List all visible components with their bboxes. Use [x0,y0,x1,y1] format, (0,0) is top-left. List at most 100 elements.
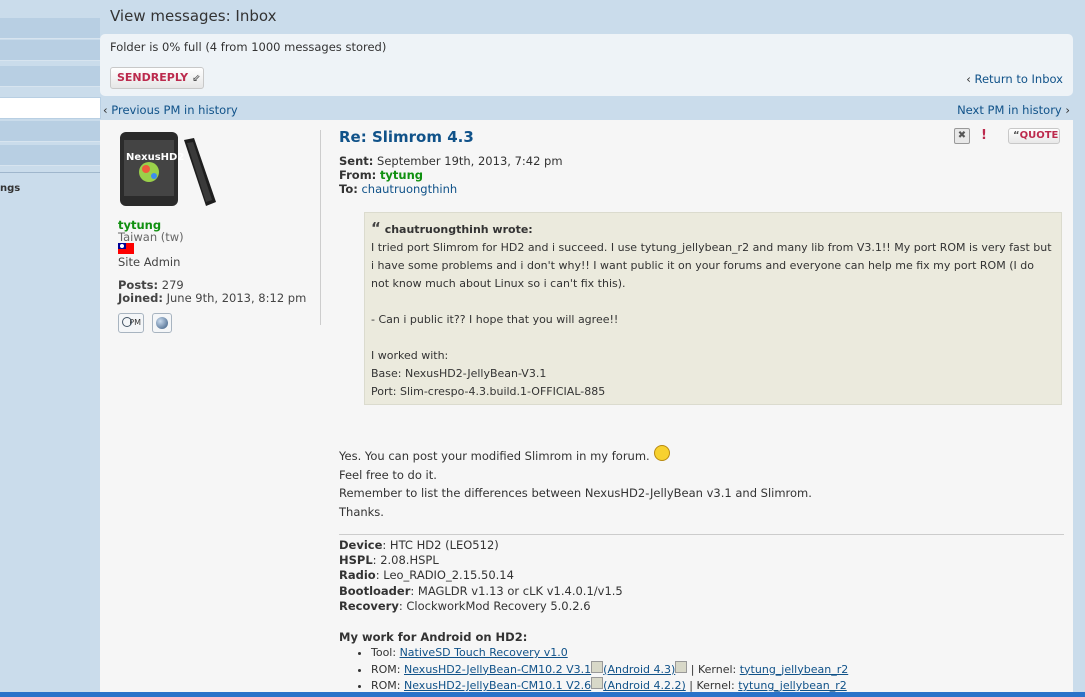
message-meta: Sent: September 19th, 2013, 7:42 pm From… [339,154,563,196]
post-buttons: ✖ ! “QUOTE [954,128,1064,146]
reply-text: Yes. You can post your modified Slimrom … [339,445,812,521]
quote-button[interactable]: “QUOTE [1008,128,1060,144]
reply-line: Yes. You can post your modified Slimrom … [339,445,812,466]
folder-panel: Folder is 0% full (4 from 1000 messages … [100,34,1073,96]
work-link-suffix: (Android 4.3) [603,662,676,676]
send-reply-button[interactable]: SENDREPLY ⇙ [110,67,204,89]
reply-line-text: Yes. You can post your modified Slimrom … [339,449,650,463]
reply-line: Remember to list the differences between… [339,486,812,500]
quote-line [371,293,1055,311]
recovery-label: Recovery [339,598,399,613]
previous-pm-label: Previous PM in history [111,103,238,117]
website-button[interactable] [152,313,172,333]
recovery-value: : ClockworkMod Recovery 5.0.2.6 [398,598,591,613]
warning-icon: ! [981,128,987,143]
from-row: From: tytung [339,168,563,182]
return-to-inbox-label: Return to Inbox [974,72,1064,86]
hspl-label: HSPL [339,553,373,568]
from-label: From: [339,168,377,182]
sig-hspl: HSPL: 2.08.HSPL [339,553,623,568]
sent-value: September 19th, 2013, 7:42 pm [377,154,563,168]
work-link[interactable]: NexusHD2-JellyBean-CM10.1 V2.6 (Android 4… [404,677,686,692]
quote-block: “ chautruongthinh wrote: I tried port Sl… [364,212,1062,405]
item-prefix: ROM: [371,679,404,692]
kernel-link[interactable]: tytung_jellybean_r2 [740,663,849,676]
previous-pm-link[interactable]: ‹ Previous PM in history [103,103,238,117]
bootloader-label: Bootloader [339,583,411,598]
reply-line: Feel free to do it. [339,467,437,482]
sent-label: Sent: [339,154,374,168]
message-subject: Re: Slimrom 4.3 [339,128,474,146]
quote-line: Port: Slim-crespo-4.3.build.1-OFFICIAL-8… [371,385,606,398]
work-link-text: NexusHD2-JellyBean-CM10.1 V2.6 [404,679,592,692]
sidebar-item[interactable] [0,121,100,142]
close-icon: ✖ [957,130,967,141]
to-row: To: chautruongthinh [339,182,563,196]
sidebar-section-label[interactable]: ngs [0,183,20,194]
report-button[interactable]: ! [976,128,992,144]
work-list: Tool: NativeSD Touch Recovery v1.0 ROM: … [339,645,848,694]
radio-label: Radio [339,568,376,583]
to-user-link[interactable]: chautruongthinh [361,182,457,196]
kernel-link[interactable]: tytung_jellybean_r2 [738,679,847,692]
list-item: ROM: NexusHD2-JellyBean-CM10.2 V3.1 (Andr… [371,660,849,678]
work-link-suffix: (Android 4.2.2) [603,679,686,692]
from-user-link[interactable]: tytung [380,168,423,182]
item-prefix: Tool: [371,646,400,659]
quote-line: - Can i public it?? I hope that you will… [371,313,619,326]
sig-bootloader: Bootloader: MAGLDR v1.13 or cLK v1.4.0.1… [339,584,623,599]
quote-cite-text: chautruongthinh wrote: [384,223,533,236]
sidebar-item[interactable] [0,18,100,39]
signature: Device: HTC HD2 (LEO512) HSPL: 2.08.HSPL… [339,538,623,614]
posts-value: 279 [161,278,184,292]
joined-value: June 9th, 2013, 8:12 pm [166,291,307,305]
device-label: Device [339,538,383,552]
sidebar-item[interactable] [0,66,100,87]
taskbar [0,692,1085,697]
to-label: To: [339,182,358,196]
new-badge-icon [591,677,604,689]
quote-label: QUOTE [1019,130,1059,141]
quote-mark-icon: “ [371,219,381,237]
left-sidebar: ngs [0,0,101,697]
page-title: View messages: Inbox [110,7,277,25]
quote-line: Base: NexusHD2-JellyBean-V3.1 [371,367,547,380]
message-post: NexusHD2 tytung Taiwan (tw) Site Admin P… [100,120,1073,697]
work-link[interactable]: NativeSD Touch Recovery v1.0 [400,646,568,659]
user-icon [122,317,132,327]
bootloader-value: : MAGLDR v1.13 or cLK v1.4.0.1/v1.5 [410,583,623,598]
chevron-left-icon: ‹ [966,72,975,86]
next-pm-link[interactable]: Next PM in history › [957,103,1070,117]
author-posts: Posts: 279 [118,278,184,292]
work-link[interactable]: NexusHD2-JellyBean-CM10.2 V3.1 (Android 4… [404,660,676,676]
author-joined: Joined: June 9th, 2013, 8:12 pm [118,291,306,305]
author-rank: Site Admin [118,255,181,269]
avatar[interactable]: NexusHD2 [118,130,218,208]
delete-button[interactable]: ✖ [954,128,970,144]
chevron-right-icon: › [1061,103,1070,117]
quote-line: I worked with: [371,349,449,362]
posts-label: Posts: [118,278,159,292]
return-to-inbox-link[interactable]: ‹ Return to Inbox [966,72,1063,86]
sig-radio: Radio: Leo_RADIO_2.15.50.14 [339,568,623,583]
sidebar-item[interactable] [0,145,100,166]
kernel-label: | Kernel: [685,679,739,692]
new-badge-icon [591,660,604,673]
pm-button[interactable]: PM [118,313,144,333]
signature-divider [339,534,1064,535]
sidebar-item-active[interactable] [0,97,101,119]
kernel-label: | Kernel: [687,662,740,676]
profile-divider [320,130,321,325]
sidebar-item[interactable] [0,40,100,61]
reply-line: Thanks. [339,504,384,519]
sig-recovery: Recovery: ClockworkMod Recovery 5.0.2.6 [339,599,623,614]
next-pm-label: Next PM in history [957,103,1062,117]
folder-status: Folder is 0% full (4 from 1000 messages … [110,40,387,54]
globe-icon [156,317,168,329]
quote-line [371,329,1055,347]
author-location: Taiwan (tw) [118,230,184,244]
hspl-value: : 2.08.HSPL [372,553,439,568]
reply-arrow-icon: ⇙ [191,73,201,84]
taiwan-flag-icon [118,243,134,254]
new-badge-icon [675,660,688,673]
